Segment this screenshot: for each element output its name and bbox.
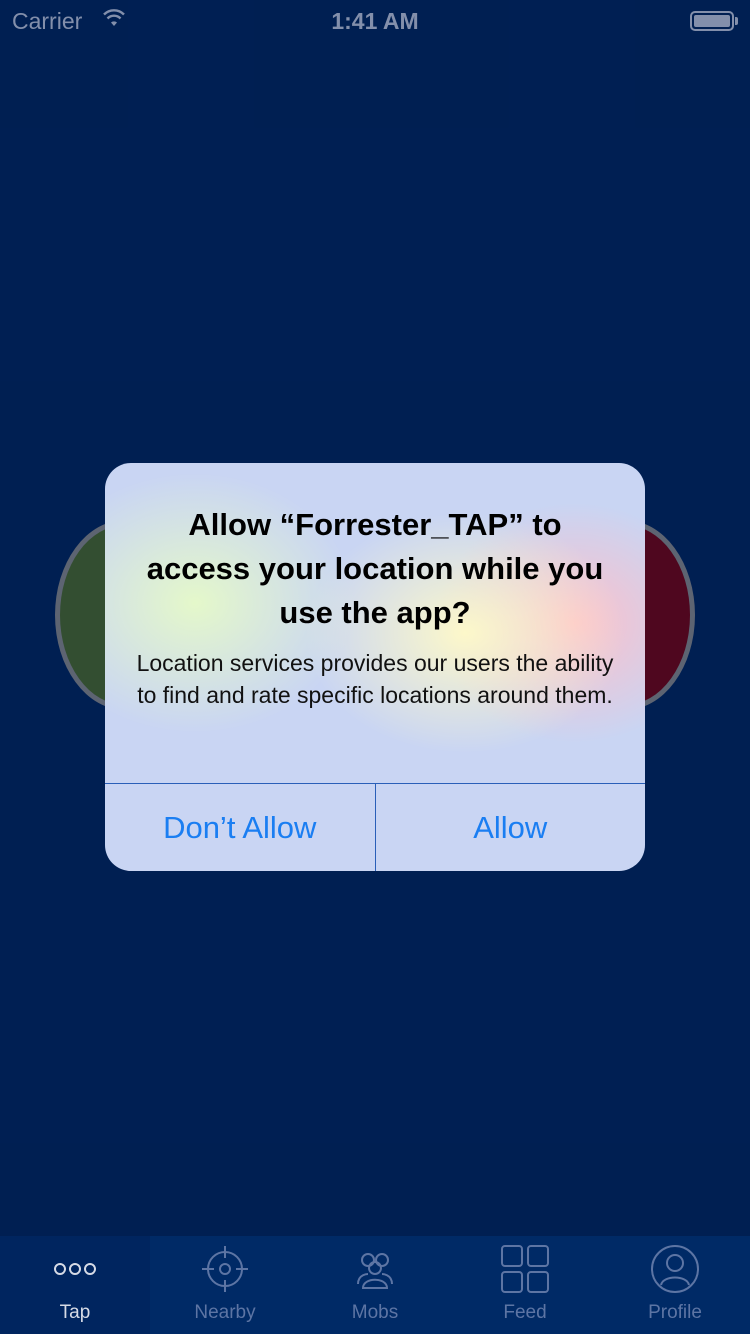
tab-label: Nearby: [194, 1302, 256, 1323]
location-permission-alert: Allow “Forrester_TAP” to access your loc…: [105, 463, 645, 871]
tab-nearby[interactable]: Nearby: [150, 1236, 300, 1334]
tab-label: Feed: [503, 1302, 547, 1323]
tab-label: Tap: [59, 1302, 91, 1323]
alert-actions: Don’t Allow Allow: [105, 783, 645, 871]
alert-title: Allow “Forrester_TAP” to access your loc…: [146, 507, 604, 630]
alert-message: Location services provides our users the…: [136, 650, 614, 708]
allow-button[interactable]: Allow: [376, 784, 646, 871]
tab-feed[interactable]: Feed: [450, 1236, 600, 1334]
more-dots-icon: [54, 1263, 96, 1275]
tab-mobs[interactable]: Mobs: [300, 1236, 450, 1334]
crosshair-icon: [202, 1246, 248, 1292]
tab-tap[interactable]: Tap: [0, 1236, 150, 1334]
profile-icon: [651, 1245, 699, 1293]
tab-bar: Tap Nearby Mobs Feed Profile: [0, 1236, 750, 1334]
dont-allow-button[interactable]: Don’t Allow: [105, 784, 376, 871]
tab-profile[interactable]: Profile: [600, 1236, 750, 1334]
tab-label: Profile: [648, 1302, 702, 1323]
group-icon: [357, 1253, 393, 1289]
tab-label: Mobs: [351, 1302, 399, 1323]
grid-icon: [501, 1245, 549, 1293]
